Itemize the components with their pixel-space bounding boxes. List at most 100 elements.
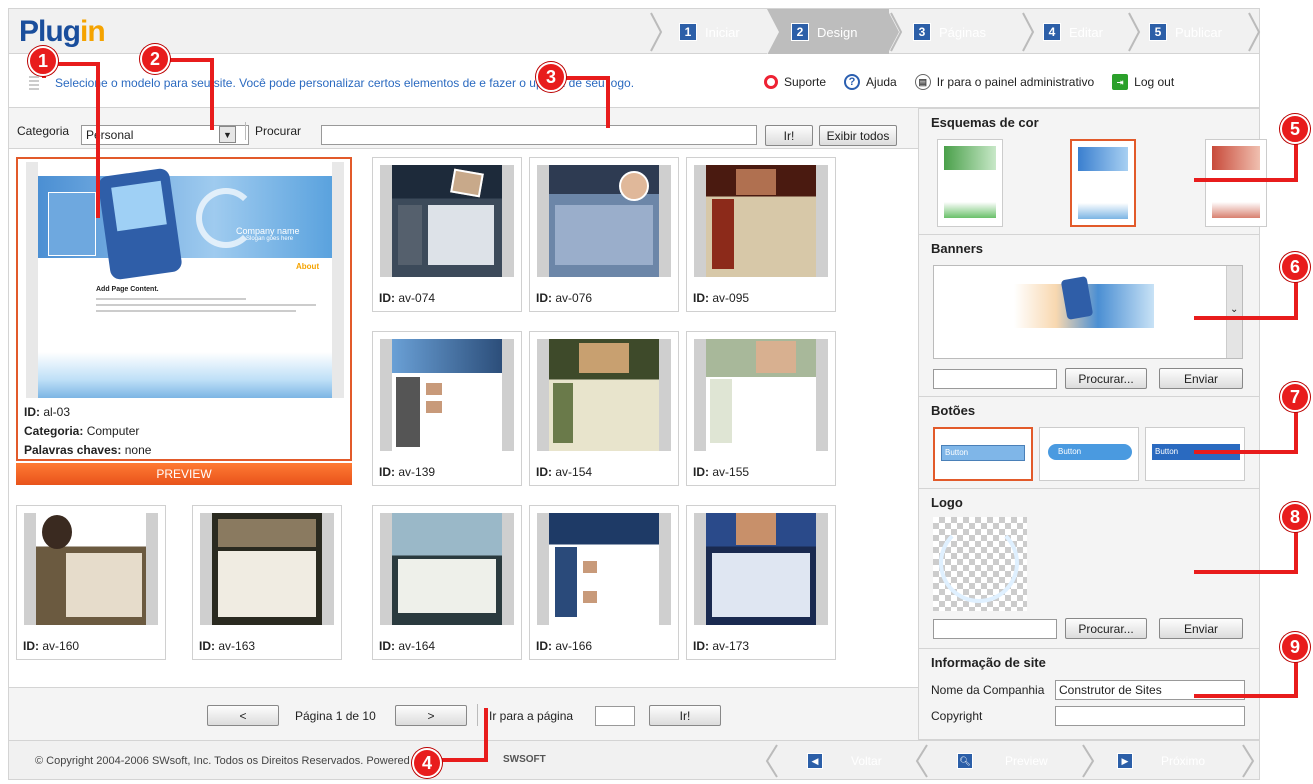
- step-paginas[interactable]: 3 Páginas: [901, 9, 1021, 55]
- banners-title: Banners: [931, 241, 984, 256]
- template-browser: Categoria Personal ▼ Procurar Ir! Exibir…: [8, 108, 950, 740]
- filter-bar: Categoria Personal ▼ Procurar Ir! Exibir…: [9, 116, 949, 146]
- app-header: Plugin 1 Iniciar 2 Design 3 Páginas 4 Ed…: [8, 8, 1261, 55]
- copyright-text: © Copyright 2004-2006 SWsoft, Inc. Todos…: [35, 755, 425, 767]
- step-publicar[interactable]: 5 Publicar: [1127, 9, 1261, 55]
- next-button[interactable]: ▶ Próximo: [1117, 749, 1205, 773]
- help-link[interactable]: ? Ajuda: [844, 74, 897, 90]
- template-thumbnail: [694, 513, 828, 625]
- annotation-marker-1: 1: [28, 46, 58, 76]
- color-schemes-title: Esquemas de cor: [931, 115, 1039, 130]
- template-card[interactable]: ID: av-173: [686, 505, 836, 660]
- template-id: av-160: [42, 639, 80, 653]
- template-card[interactable]: ID: av-076: [529, 157, 679, 312]
- goto-page-input[interactable]: [595, 706, 635, 726]
- step-design[interactable]: 2 Design: [767, 9, 899, 55]
- template-thumbnail: [694, 165, 828, 277]
- top-links: Suporte ? Ajuda ▤ Ir para o painel admin…: [764, 74, 1174, 90]
- template-card[interactable]: ID: av-160: [16, 505, 166, 660]
- annotation-line: [1194, 316, 1298, 320]
- step-editar[interactable]: 4 Editar: [1021, 9, 1141, 55]
- step-iniciar[interactable]: 1 Iniciar: [649, 9, 767, 55]
- template-id: av-164: [398, 639, 436, 653]
- logo-send-button[interactable]: Enviar: [1159, 618, 1243, 639]
- logout-icon: ⇥: [1112, 74, 1129, 90]
- chevron-icon: [765, 744, 778, 778]
- logo-section: Logo Procurar... Enviar: [919, 489, 1259, 649]
- template-card[interactable]: ID: av-095: [686, 157, 836, 312]
- goto-page-button[interactable]: Ir!: [649, 705, 721, 726]
- banner-scrollbar[interactable]: ⌄: [1226, 266, 1242, 358]
- color-scheme-blue[interactable]: [1070, 139, 1136, 227]
- page-indicator: Página 1 de 10: [295, 709, 376, 723]
- annotation-marker-4: 4: [412, 748, 442, 778]
- chevron-down-icon[interactable]: ▼: [219, 126, 236, 143]
- prev-page-button[interactable]: <: [207, 705, 279, 726]
- annotation-line: [96, 62, 100, 218]
- copyright-label: Copyright: [931, 709, 983, 723]
- admin-panel-link[interactable]: ▤ Ir para o painel administrativo: [914, 74, 1094, 90]
- template-thumbnail: [537, 165, 671, 277]
- search-input[interactable]: [321, 125, 757, 145]
- back-button[interactable]: ◀ Voltar: [807, 749, 882, 773]
- template-id: av-095: [712, 291, 750, 305]
- site-info-title: Informação de site: [931, 655, 1046, 670]
- template-thumbnail: [537, 339, 671, 451]
- search-label: Procurar: [255, 124, 302, 138]
- info-bar: Selecione o modelo para seu site. Você p…: [8, 54, 1260, 108]
- template-card[interactable]: ID: av-163: [192, 505, 342, 660]
- logout-link[interactable]: ⇥ Log out: [1112, 74, 1174, 90]
- banner-picker[interactable]: ⌄: [933, 265, 1243, 359]
- button-style-1[interactable]: Button: [933, 427, 1033, 481]
- help-icon: ?: [844, 74, 861, 90]
- annotation-marker-9: 9: [1280, 632, 1310, 662]
- button-style-3[interactable]: Button: [1145, 427, 1245, 481]
- annotation-line: [606, 76, 610, 128]
- template-card[interactable]: ID: av-154: [529, 331, 679, 486]
- copyright-input[interactable]: [1055, 706, 1245, 726]
- app-footer: © Copyright 2004-2006 SWsoft, Inc. Todos…: [8, 740, 1260, 780]
- template-id: av-155: [712, 465, 750, 479]
- logo-file-input[interactable]: [933, 619, 1057, 639]
- wizard-steps: 1 Iniciar 2 Design 3 Páginas 4 Editar 5 …: [649, 9, 1261, 55]
- color-scheme-red[interactable]: [1205, 139, 1267, 227]
- template-card[interactable]: ID: av-155: [686, 331, 836, 486]
- annotation-marker-8: 8: [1280, 502, 1310, 532]
- template-card[interactable]: ID: av-074: [372, 157, 522, 312]
- support-link[interactable]: Suporte: [764, 75, 826, 89]
- banner-browse-button[interactable]: Procurar...: [1065, 368, 1147, 389]
- chevron-down-icon: ⌄: [1230, 304, 1239, 315]
- chevron-icon: [915, 744, 928, 778]
- template-id: av-173: [712, 639, 750, 653]
- preview-nav-button[interactable]: 🔍︎ Preview: [957, 749, 1048, 773]
- banner-file-input[interactable]: [933, 369, 1057, 389]
- divider: [477, 704, 478, 726]
- annotation-marker-6: 6: [1280, 252, 1310, 282]
- banner-send-button[interactable]: Enviar: [1159, 368, 1243, 389]
- search-go-button[interactable]: Ir!: [765, 125, 813, 146]
- chevron-icon: [1242, 744, 1255, 778]
- button-style-2[interactable]: Button: [1039, 427, 1139, 481]
- logo-browse-button[interactable]: Procurar...: [1065, 618, 1147, 639]
- chevron-icon: [1022, 12, 1035, 52]
- color-scheme-green[interactable]: [937, 139, 1003, 227]
- template-card[interactable]: ID: av-139: [372, 331, 522, 486]
- buttons-title: Botões: [931, 403, 976, 418]
- annotation-line: [210, 58, 214, 130]
- featured-id: al-03: [43, 405, 71, 419]
- template-card[interactable]: ID: av-166: [529, 505, 679, 660]
- divider: [245, 122, 246, 140]
- chevron-icon: [1248, 12, 1261, 52]
- template-card[interactable]: ID: av-164: [372, 505, 522, 660]
- featured-template-card[interactable]: Company name Slogan goes here About Add …: [16, 157, 352, 461]
- preview-button[interactable]: PREVIEW: [16, 463, 352, 485]
- plugin-logo: Plugin: [19, 15, 106, 48]
- customize-panel: Esquemas de cor Banners ⌄ Procurar... En…: [918, 108, 1267, 740]
- chevron-icon: [767, 9, 779, 55]
- featured-keywords: none: [124, 443, 152, 457]
- annotation-line: [484, 708, 488, 762]
- template-id: av-163: [218, 639, 256, 653]
- show-all-button[interactable]: Exibir todos: [819, 125, 897, 146]
- annotation-line: [440, 758, 488, 762]
- next-page-button[interactable]: >: [395, 705, 467, 726]
